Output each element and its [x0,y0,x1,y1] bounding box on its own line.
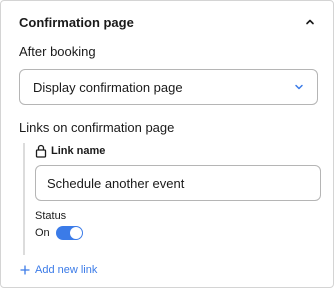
status-toggle[interactable] [55,226,83,240]
add-new-link-label: Add new link [35,264,98,276]
link-item: Link name Status On [23,143,321,255]
after-booking-selected-value: Display confirmation page [33,79,183,95]
link-name-label: Link name [51,145,106,157]
collapse-button[interactable] [301,13,319,31]
chevron-up-icon [306,19,314,25]
plus-icon [20,265,30,275]
lock-icon [35,144,47,158]
link-name-input[interactable] [35,165,321,201]
confirmation-page-panel: Confirmation page After booking Display … [0,0,334,288]
status-value: On [35,227,50,239]
link-name-header: Link name [35,143,105,159]
after-booking-select[interactable]: Display confirmation page [19,69,318,105]
section-title: Confirmation page [19,14,134,30]
status-label: Status [35,210,67,222]
status-row: On [35,225,83,241]
add-new-link-button[interactable]: Add new link [20,263,97,277]
after-booking-label: After booking [19,44,96,59]
links-section-label: Links on confirmation page [19,120,175,135]
toggle-knob [69,227,82,239]
section-header: Confirmation page [19,13,319,31]
chevron-down-icon [295,84,303,90]
